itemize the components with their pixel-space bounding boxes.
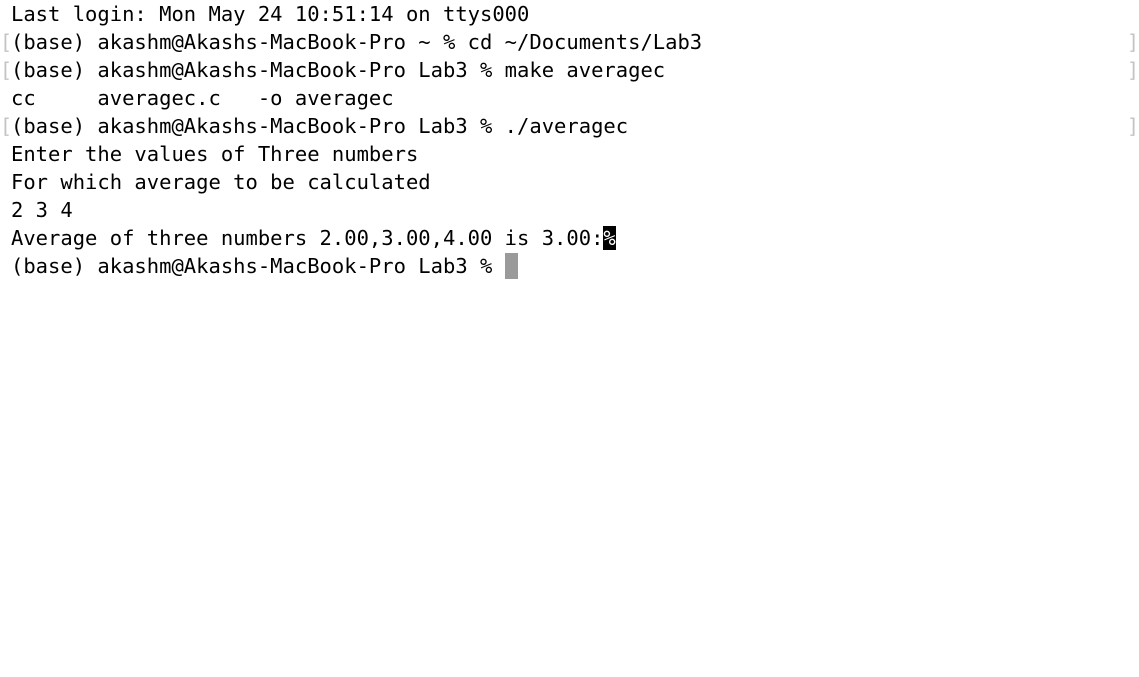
mark-right: ] [1127,30,1139,54]
terminal-line-run: [(base) akashm@Akashs-MacBook-Pro Lab3 %… [0,112,1139,140]
terminal-line-input: 2 3 4 [0,196,1139,224]
terminal-line-last-login: Last login: Mon May 24 10:51:14 on ttys0… [0,0,1139,28]
mark-left: [ [0,58,13,82]
last-login-text: Last login: Mon May 24 10:51:14 on ttys0… [11,2,530,26]
terminal-line-make: [(base) akashm@Akashs-MacBook-Pro Lab3 %… [0,56,1139,84]
terminal-line-result: Average of three numbers 2.00,3.00,4.00 … [0,224,1139,252]
program-prompt-1: Enter the values of Three numbers [11,142,419,166]
terminal-line-make-output: cc averagec.c -o averagec [0,84,1139,112]
command-make: (base) akashm@Akashs-MacBook-Pro Lab3 % … [11,58,666,82]
command-cd: (base) akashm@Akashs-MacBook-Pro ~ % cd … [11,30,703,54]
mark-right: ] [1127,58,1139,82]
program-prompt-2: For which average to be calculated [11,170,431,194]
result-text: Average of three numbers 2.00,3.00,4.00 … [11,226,604,250]
mark-right: ] [1127,114,1139,138]
command-run: (base) akashm@Akashs-MacBook-Pro Lab3 % … [11,114,629,138]
mark-left: [ [0,114,13,138]
terminal-output[interactable]: Last login: Mon May 24 10:51:14 on ttys0… [0,0,1139,280]
make-output-text: cc averagec.c -o averagec [11,86,394,110]
terminal-window[interactable]: Last login: Mon May 24 10:51:14 on ttys0… [0,0,1139,677]
terminal-line-prompt-2: For which average to be calculated [0,168,1139,196]
terminal-line-prompt-1: Enter the values of Three numbers [0,140,1139,168]
terminal-line-cd: [(base) akashm@Akashs-MacBook-Pro ~ % cd… [0,28,1139,56]
mark-left: [ [0,30,13,54]
text-cursor [504,253,518,279]
user-input-text: 2 3 4 [11,198,73,222]
end-of-line-marker: % [603,226,616,250]
shell-prompt: (base) akashm@Akashs-MacBook-Pro Lab3 % [11,254,505,278]
terminal-line-current-prompt[interactable]: (base) akashm@Akashs-MacBook-Pro Lab3 % [0,252,1139,280]
